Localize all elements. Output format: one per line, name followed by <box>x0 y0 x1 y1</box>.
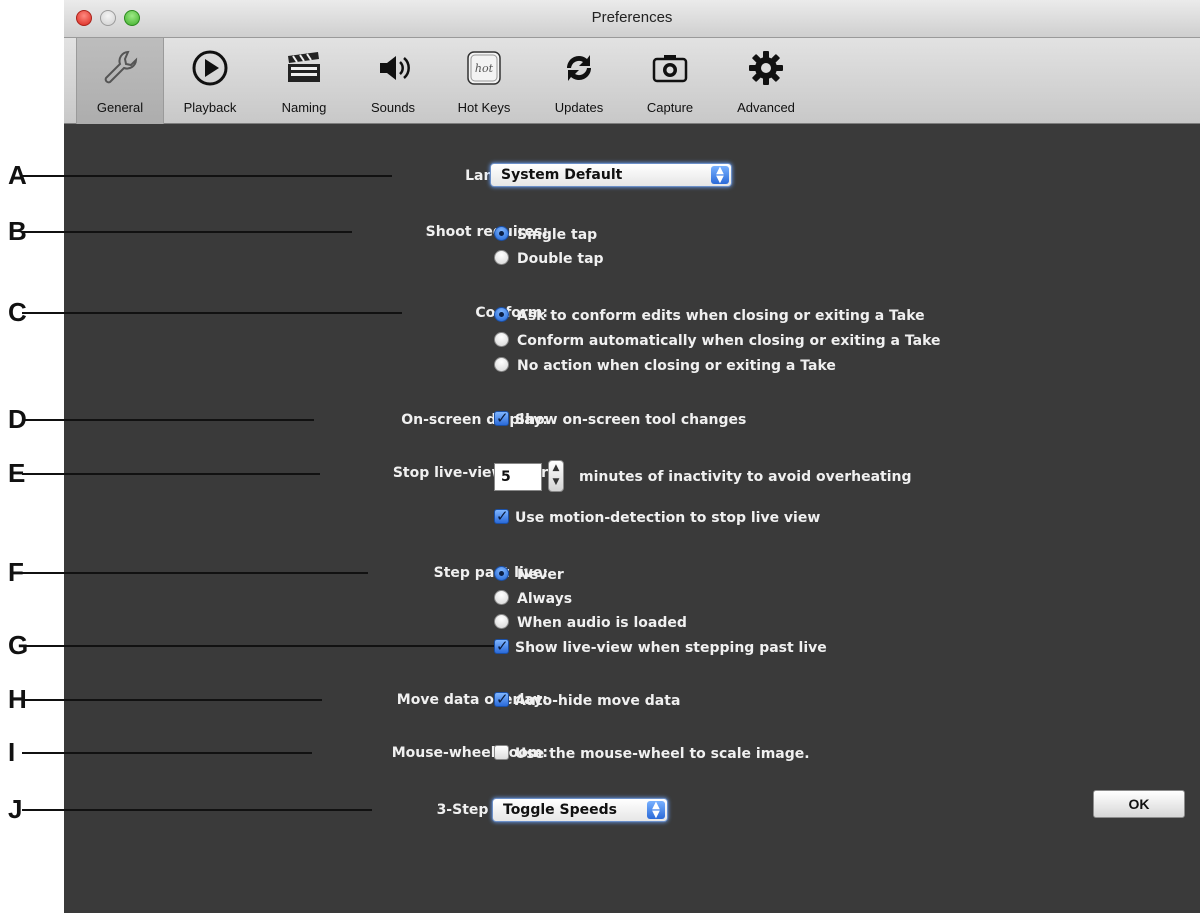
show-liveview-checkbox[interactable]: Show live-view when stepping past live <box>494 637 827 656</box>
radio-button[interactable] <box>494 590 509 605</box>
steppast-never-option[interactable]: Never <box>494 566 564 583</box>
leader-line <box>22 473 320 475</box>
general-settings-panel: Language: System Default ▲▼ Shoot requir… <box>22 125 1200 913</box>
checkbox-label: Show live-view when stepping past live <box>515 640 827 656</box>
tab-general[interactable]: General <box>76 38 164 124</box>
checkbox[interactable] <box>494 409 509 427</box>
checkbox[interactable] <box>494 745 509 760</box>
preferences-window: Preferences General Playback Naming Soun… <box>22 0 1200 913</box>
motion-detection-checkbox[interactable]: Use motion-detection to stop live view <box>494 507 821 526</box>
leader-line <box>22 175 392 177</box>
language-value: System Default <box>501 167 623 183</box>
popup-arrows-icon: ▲ ▼ <box>647 801 665 820</box>
steppast-always-option[interactable]: Always <box>494 590 572 607</box>
option-label: No action when closing or exiting a Take <box>517 358 836 374</box>
auto-hide-move-data-checkbox[interactable]: Auto-hide move data <box>494 690 681 709</box>
checkbox[interactable] <box>494 507 509 525</box>
tab-advanced[interactable]: Advanced <box>720 38 812 124</box>
clapperboard-icon <box>288 52 320 82</box>
hotkey-icon: hot <box>467 51 501 85</box>
shoot-single-tap-option[interactable]: Single tap <box>494 226 597 243</box>
checkbox-label: Show on-screen tool changes <box>515 412 747 428</box>
tab-label: Updates <box>554 100 604 115</box>
leader-line <box>22 645 504 647</box>
leader-line <box>22 809 372 811</box>
callout-j: J <box>8 794 23 824</box>
speed-popup[interactable]: Toggle Speeds ▲ ▼ <box>492 798 668 822</box>
option-label: Never <box>517 567 564 583</box>
option-label: Ask to conform edits when closing or exi… <box>517 308 925 324</box>
gear-icon <box>749 51 783 85</box>
tab-updates[interactable]: Updates <box>538 38 620 124</box>
checkbox[interactable] <box>494 637 509 655</box>
liveview-suffix-text: minutes of inactivity to avoid overheati… <box>579 469 912 485</box>
checkbox-label: Auto-hide move data <box>515 693 681 709</box>
option-label: Single tap <box>517 227 598 243</box>
radio-button[interactable] <box>494 357 509 372</box>
liveview-minutes-input[interactable]: 5 <box>494 463 542 491</box>
option-label: When audio is loaded <box>517 615 687 631</box>
option-label: Conform automatically when closing or ex… <box>517 333 941 349</box>
steppast-audio-option[interactable]: When audio is loaded <box>494 614 687 631</box>
language-popup[interactable]: System Default ▲ ▼ <box>490 163 732 187</box>
tab-label: General <box>96 100 144 115</box>
tab-label: Advanced <box>737 100 795 115</box>
speed-value: Toggle Speeds <box>503 802 617 818</box>
onscreen-tool-changes-checkbox[interactable]: Show on-screen tool changes <box>494 409 747 428</box>
tab-hot-keys[interactable]: hot Hot Keys <box>442 38 526 124</box>
svg-text:hot: hot <box>475 62 494 75</box>
option-label: Double tap <box>517 251 604 267</box>
conform-no-action-option[interactable]: No action when closing or exiting a Take <box>494 357 836 374</box>
tab-sounds[interactable]: Sounds <box>354 38 432 124</box>
popup-arrows-icon: ▲ ▼ <box>711 166 729 185</box>
radio-button[interactable] <box>494 566 509 581</box>
shoot-double-tap-option[interactable]: Double tap <box>494 250 604 267</box>
speaker-icon <box>380 56 410 80</box>
refresh-icon <box>566 55 592 81</box>
checkbox[interactable] <box>494 690 509 708</box>
callout-i: I <box>8 737 16 767</box>
radio-button[interactable] <box>494 614 509 629</box>
leader-line <box>22 572 368 574</box>
camera-icon <box>652 55 688 83</box>
checkbox-label: Use the mouse-wheel to scale image. <box>515 746 810 762</box>
tab-capture[interactable]: Capture <box>630 38 710 124</box>
tab-naming[interactable]: Naming <box>264 38 344 124</box>
radio-button[interactable] <box>494 250 509 265</box>
leader-line <box>22 419 314 421</box>
leader-line <box>22 752 312 754</box>
ok-button[interactable]: OK <box>1093 790 1185 818</box>
window-title: Preferences <box>591 9 673 26</box>
tab-label: Capture <box>646 100 694 115</box>
checkbox-label: Use motion-detection to stop live view <box>515 510 821 526</box>
play-icon <box>192 50 228 86</box>
tab-label: Sounds <box>370 100 416 115</box>
wrench-icon <box>104 50 138 84</box>
radio-button[interactable] <box>494 226 509 241</box>
option-label: Always <box>517 591 573 607</box>
tab-label: Playback <box>183 100 237 115</box>
conform-ask-option[interactable]: Ask to conform edits when closing or exi… <box>494 307 925 324</box>
conform-auto-option[interactable]: Conform automatically when closing or ex… <box>494 332 941 349</box>
minutes-stepper[interactable]: ▲ ▼ <box>548 460 564 492</box>
leader-line <box>22 699 322 701</box>
tab-label: Naming <box>281 100 327 115</box>
leader-line <box>22 231 352 233</box>
mousewheel-scale-checkbox[interactable]: Use the mouse-wheel to scale image. <box>494 745 810 762</box>
tab-playback[interactable]: Playback <box>170 38 250 124</box>
leader-line <box>22 312 402 314</box>
preferences-toolbar: General Playback Naming Sounds hot Hot K… <box>64 38 1200 124</box>
radio-button[interactable] <box>494 307 509 322</box>
tab-label: Hot Keys <box>457 100 511 115</box>
title-bar: Preferences <box>64 0 1200 38</box>
radio-button[interactable] <box>494 332 509 347</box>
